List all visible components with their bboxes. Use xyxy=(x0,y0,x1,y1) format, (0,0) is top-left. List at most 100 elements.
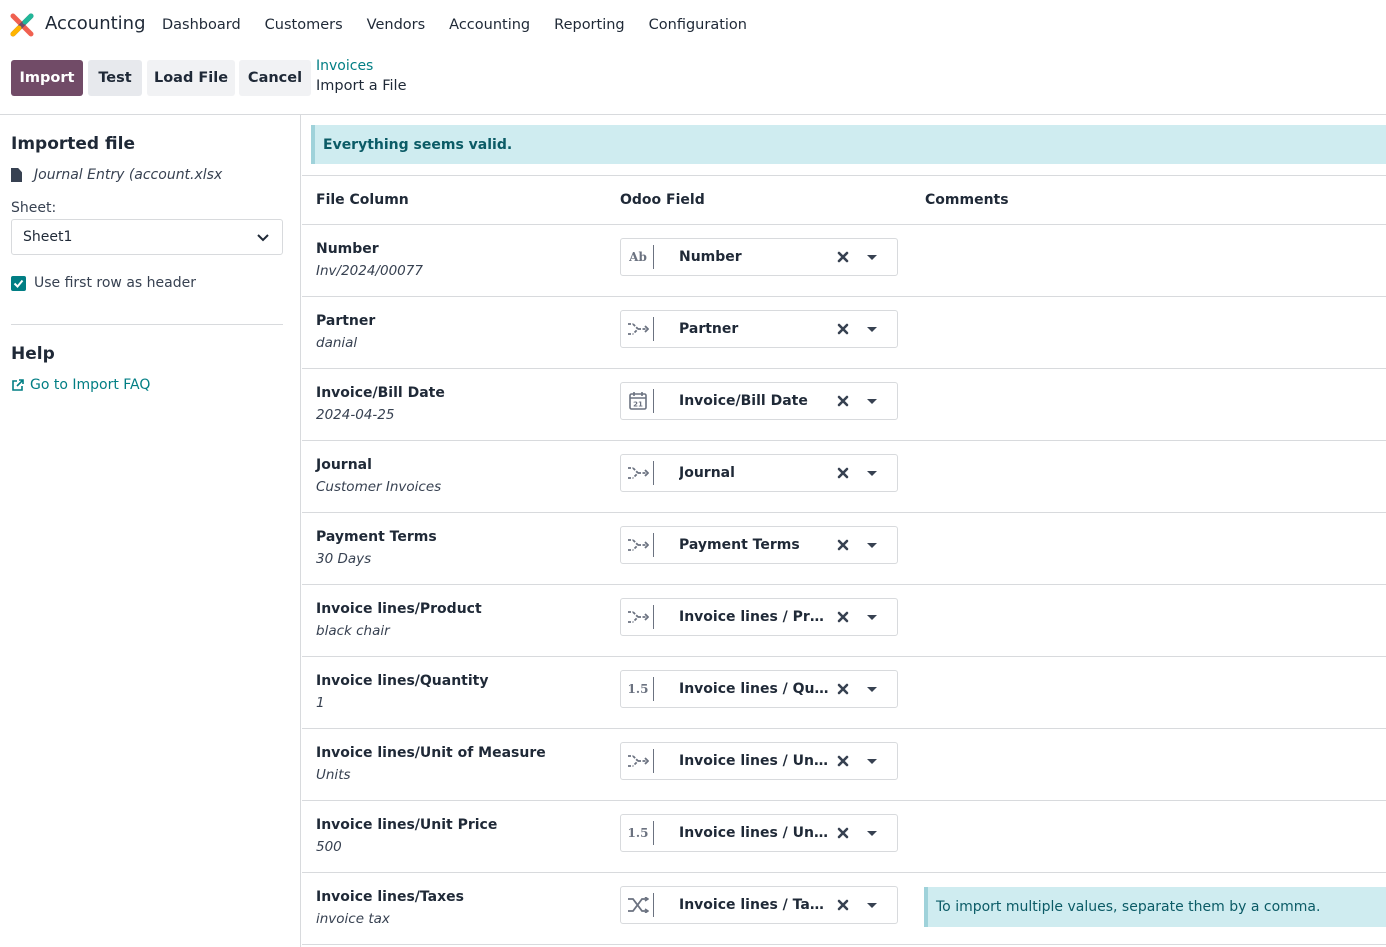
caret-down-icon[interactable] xyxy=(867,255,877,260)
header-checkbox-label: Use first row as header xyxy=(34,275,196,291)
clear-field-icon[interactable] xyxy=(836,250,850,264)
field-type-separator xyxy=(653,533,654,557)
field-type-separator xyxy=(653,893,654,917)
clear-field-icon[interactable] xyxy=(836,826,850,840)
caret-down-icon[interactable] xyxy=(867,831,877,836)
mapping-row: Invoice lines/Taxes invoice tax Invoice li… xyxy=(302,873,1386,945)
odoo-field-select[interactable]: Journal xyxy=(620,454,898,492)
odoo-field-value: Invoice lines / Quantity xyxy=(679,681,831,697)
odoo-field-select[interactable]: 1.5 Invoice lines / Quantity xyxy=(620,670,898,708)
menu-customers[interactable]: Customers xyxy=(253,17,355,33)
relation-icon xyxy=(627,608,649,626)
svg-text:21: 21 xyxy=(633,401,643,409)
import-mapping-area: Everything seems valid. File Column Odoo… xyxy=(302,115,1386,947)
mapping-row: Invoice lines/Quantity 1 1.5 Invoice lines … xyxy=(302,657,1386,729)
odoo-field-value: Payment Terms xyxy=(679,537,800,553)
header-checkbox[interactable] xyxy=(11,275,26,291)
caret-down-icon[interactable] xyxy=(867,903,877,908)
odoo-field-value: Invoice lines / Taxes xyxy=(679,897,831,913)
relation-icon xyxy=(627,320,649,338)
clear-field-icon[interactable] xyxy=(836,322,850,336)
control-panel: Import Test Load File Cancel Invoices Im… xyxy=(0,50,1386,115)
use-header-toggle[interactable]: Use first row as header xyxy=(11,275,196,291)
file-column-name: Partner xyxy=(316,313,376,329)
caret-down-icon[interactable] xyxy=(867,615,877,620)
relation-icon xyxy=(627,464,649,482)
main-menu: Dashboard Customers Vendors Accounting R… xyxy=(150,0,759,50)
odoo-field-value: Number xyxy=(679,249,742,265)
odoo-field-select[interactable]: Ab Number xyxy=(620,238,898,276)
app-name[interactable]: Accounting xyxy=(45,13,146,34)
mapping-row: Invoice lines/Product black chair Invoice … xyxy=(302,585,1386,657)
menu-vendors[interactable]: Vendors xyxy=(355,17,438,33)
odoo-field-select[interactable]: Invoice lines / Unit of Measure xyxy=(620,742,898,780)
odoo-field-select[interactable]: Partner xyxy=(620,310,898,348)
odoo-field-value: Invoice lines / Product xyxy=(679,609,831,625)
test-button[interactable]: Test xyxy=(88,60,142,96)
file-column-sample: 30 Days xyxy=(316,551,372,567)
odoo-field-select[interactable]: 1.5 Invoice lines / Unit Price xyxy=(620,814,898,852)
menu-reporting[interactable]: Reporting xyxy=(542,17,637,33)
header-odoo-field: Odoo Field xyxy=(620,192,705,208)
caret-down-icon[interactable] xyxy=(867,543,877,548)
file-column-sample: danial xyxy=(316,335,358,351)
mapping-table-header: File Column Odoo Field Comments xyxy=(302,175,1386,225)
file-column-sample: 1 xyxy=(316,695,325,711)
clear-field-icon[interactable] xyxy=(836,898,850,912)
clear-field-icon[interactable] xyxy=(836,610,850,624)
file-column-sample: Inv/2024/00077 xyxy=(316,263,423,279)
odoo-field-select[interactable]: Payment Terms xyxy=(620,526,898,564)
help-heading: Help xyxy=(11,344,55,364)
load-file-button[interactable]: Load File xyxy=(147,60,235,96)
top-navbar: Accounting Dashboard Customers Vendors A… xyxy=(0,0,1386,50)
sheet-select[interactable]: Sheet1 xyxy=(11,219,283,255)
odoo-field-select[interactable]: Invoice lines / Taxes xyxy=(620,886,898,924)
sheet-label: Sheet: xyxy=(11,200,57,216)
app-logo-icon[interactable] xyxy=(10,13,34,37)
odoo-field-value: Invoice/Bill Date xyxy=(679,393,808,409)
mapping-row: Journal Customer Invoices Journal xyxy=(302,441,1386,513)
checkmark-icon xyxy=(13,279,24,288)
import-button[interactable]: Import xyxy=(11,60,83,96)
file-column-name: Invoice lines/Product xyxy=(316,601,482,617)
odoo-field-select[interactable]: 21 Invoice/Bill Date xyxy=(620,382,898,420)
menu-configuration[interactable]: Configuration xyxy=(637,17,759,33)
field-type-separator xyxy=(653,677,654,701)
relation-icon xyxy=(627,536,649,554)
imported-file-row: Journal Entry (account.xlsx xyxy=(11,167,222,183)
file-column-sample: 2024-04-25 xyxy=(316,407,395,423)
field-type-separator xyxy=(653,605,654,629)
clear-field-icon[interactable] xyxy=(836,466,850,480)
odoo-field-value: Partner xyxy=(679,321,739,337)
text-icon: Ab xyxy=(629,250,647,264)
clear-field-icon[interactable] xyxy=(836,754,850,768)
file-column-name: Invoice/Bill Date xyxy=(316,385,445,401)
caret-down-icon[interactable] xyxy=(867,471,877,476)
breadcrumb-invoices[interactable]: Invoices xyxy=(316,58,373,74)
mapping-row: Invoice lines/Unit Price 500 1.5 Invoice li… xyxy=(302,801,1386,873)
odoo-field-select[interactable]: Invoice lines / Product xyxy=(620,598,898,636)
mapping-row: Payment Terms 30 Days Payment Terms xyxy=(302,513,1386,585)
cancel-button[interactable]: Cancel xyxy=(239,60,311,96)
imported-file-heading: Imported file xyxy=(11,134,135,154)
clear-field-icon[interactable] xyxy=(836,538,850,552)
field-type-separator xyxy=(653,749,654,773)
clear-field-icon[interactable] xyxy=(836,394,850,408)
mapping-row: Invoice/Bill Date 2024-04-25 21 Invoice/Bil… xyxy=(302,369,1386,441)
header-file-column: File Column xyxy=(316,192,409,208)
file-column-name: Journal xyxy=(316,457,372,473)
menu-dashboard[interactable]: Dashboard xyxy=(150,17,253,33)
file-column-name: Payment Terms xyxy=(316,529,437,545)
file-column-sample: black chair xyxy=(316,623,390,639)
clear-field-icon[interactable] xyxy=(836,682,850,696)
caret-down-icon[interactable] xyxy=(867,327,877,332)
caret-down-icon[interactable] xyxy=(867,687,877,692)
mapping-row: Partner danial Partner xyxy=(302,297,1386,369)
file-column-sample: 500 xyxy=(316,839,342,855)
caret-down-icon[interactable] xyxy=(867,399,877,404)
file-column-sample: invoice tax xyxy=(316,911,390,927)
field-type-separator xyxy=(653,821,654,845)
import-faq-link[interactable]: Go to Import FAQ xyxy=(11,377,150,393)
menu-accounting[interactable]: Accounting xyxy=(437,17,542,33)
caret-down-icon[interactable] xyxy=(867,759,877,764)
